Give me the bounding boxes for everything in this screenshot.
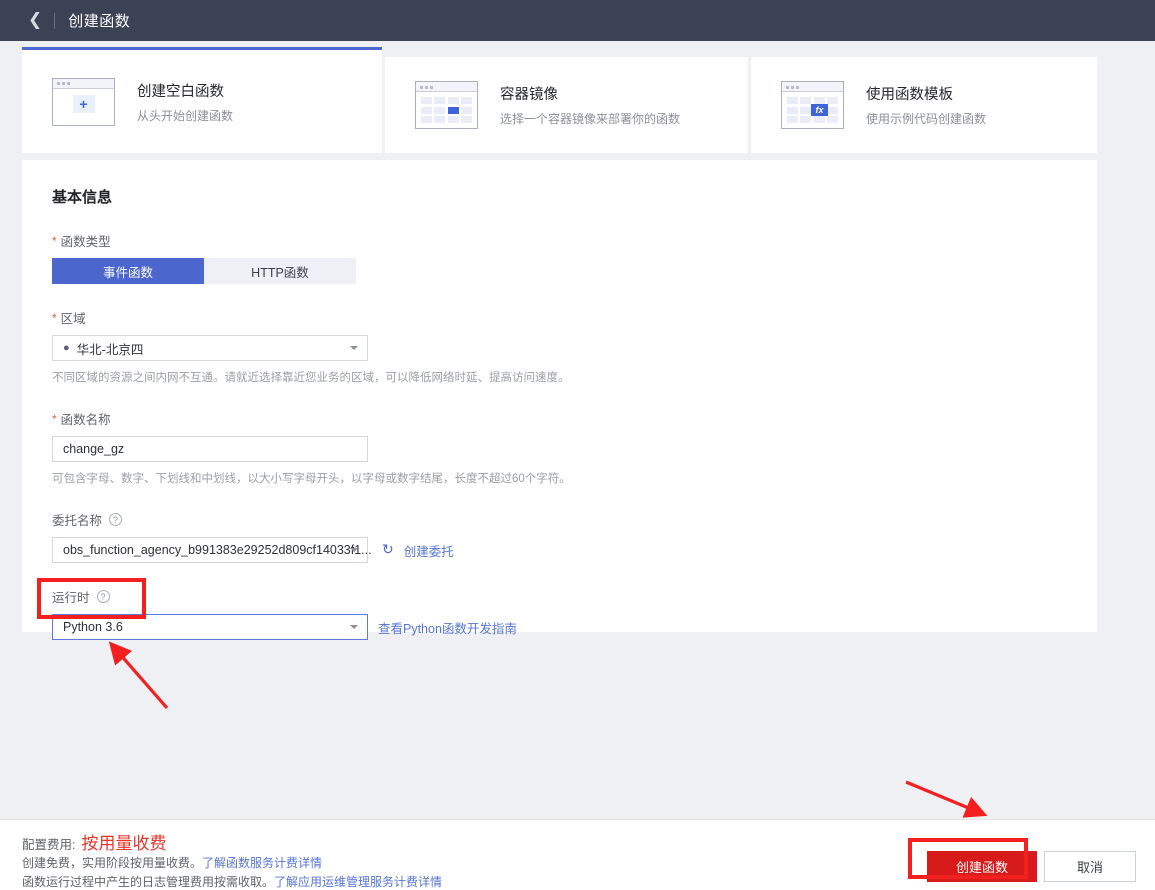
red-arrow-pointing-to-runtime: [108, 641, 169, 710]
function-type-segmented-control[interactable]: 事件函数 HTTP函数: [52, 258, 356, 284]
question-mark-icon[interactable]: ?: [109, 513, 123, 526]
function-type-label: * 函数类型: [52, 231, 1097, 250]
container-image-icon: [415, 81, 478, 129]
field-function-type: * 函数类型 事件函数 HTTP函数: [52, 231, 1097, 284]
label-text: 委托名称: [52, 514, 103, 528]
required-asterisk: *: [52, 411, 57, 426]
back-chevron-icon[interactable]: ❮: [22, 10, 48, 31]
page-title: 创建函数: [68, 13, 131, 30]
fee-note-line-1: 创建免费，实用阶段按用量收费。了解函数服务计费详情: [22, 854, 322, 871]
required-asterisk: *: [52, 233, 57, 248]
blank-function-icon: +: [52, 77, 115, 126]
agency-label: 委托名称 ?: [52, 510, 1097, 529]
function-billing-link[interactable]: 了解函数服务计费详情: [202, 856, 322, 870]
region-select[interactable]: ● 华北-北京四: [52, 335, 368, 361]
python-guide-link[interactable]: 查看Python函数开发指南: [378, 618, 517, 637]
label-text: 函数类型: [60, 235, 111, 249]
chevron-down-icon: [350, 548, 358, 552]
function-name-label: * 函数名称: [52, 409, 1097, 428]
cancel-button[interactable]: 取消: [1044, 851, 1136, 882]
fee-note-line-2: 函数运行过程中产生的日志管理费用按需收取。了解应用运维管理服务计费详情: [22, 873, 442, 890]
card-title: 创建空白函数: [137, 83, 224, 100]
fee-value: 按用量收费: [81, 834, 167, 853]
refresh-icon[interactable]: ↻: [382, 543, 394, 557]
runtime-value: Python 3.6: [63, 620, 123, 634]
red-box-create-button: [908, 838, 1028, 879]
chevron-down-icon: [350, 625, 358, 629]
field-function-name: * 函数名称 可包含字母、数字、下划线和中划线，以大小写字母开头，以字母或数字结…: [52, 409, 1097, 486]
agency-value: obs_function_agency_b991383e29252d809cf1…: [63, 543, 372, 557]
function-name-input[interactable]: [52, 436, 368, 462]
label-text: 函数名称: [60, 413, 111, 427]
card-container-image[interactable]: 容器镜像 选择一个容器镜像来部署你的函数: [385, 57, 748, 153]
agency-row: obs_function_agency_b991383e29252d809cf1…: [52, 537, 1097, 563]
function-template-fx-icon: fx: [781, 81, 844, 129]
field-agency: 委托名称 ? obs_function_agency_b991383e29252…: [52, 510, 1097, 563]
card-subtitle: 选择一个容器镜像来部署你的函数: [500, 112, 681, 126]
basic-info-panel: 基本信息 * 函数类型 事件函数 HTTP函数 * 区域 ● 华北-北京四 不同…: [22, 160, 1097, 640]
required-asterisk: *: [52, 310, 57, 325]
field-runtime: 运行时 ? Python 3.6 查看Python函数开发指南: [52, 587, 1097, 640]
create-function-page: ❮ 创建函数 + 创建空白函数 从头开始创建函数 容器镜像 选择一个容器镜像来部…: [0, 0, 1155, 890]
card-title: 容器镜像: [500, 87, 558, 103]
chevron-down-icon: [350, 346, 358, 350]
fee-note-1-text: 创建免费，实用阶段按用量收费。: [22, 856, 203, 870]
card-function-template[interactable]: fx 使用函数模板 使用示例代码创建函数: [751, 57, 1097, 153]
region-value: 华北-北京四: [76, 342, 144, 357]
runtime-row: Python 3.6 查看Python函数开发指南: [52, 614, 1097, 640]
fee-note-2-text: 函数运行过程中产生的日志管理费用按需收取。: [22, 875, 275, 889]
card-subtitle: 使用示例代码创建函数: [866, 112, 987, 126]
runtime-label: 运行时 ?: [52, 587, 1097, 606]
fee-summary: 配置费用: 按用量收费: [22, 829, 166, 854]
card-blank-function[interactable]: + 创建空白函数 从头开始创建函数: [22, 47, 382, 153]
segment-event-function[interactable]: 事件函数: [52, 258, 204, 284]
topbar-divider: [54, 12, 56, 29]
region-label: * 区域: [52, 308, 1097, 327]
section-title: 基本信息: [52, 189, 113, 206]
region-hint: 不同区域的资源之间内网不互通。请就近选择靠近您业务的区域，可以降低网络时延、提高…: [52, 372, 570, 384]
top-bar: ❮ 创建函数: [0, 0, 1155, 41]
agency-select[interactable]: obs_function_agency_b991383e29252d809cf1…: [52, 537, 372, 563]
creation-type-cards: + 创建空白函数 从头开始创建函数 容器镜像 选择一个容器镜像来部署你的函数 f…: [22, 47, 1097, 153]
card-title: 使用函数模板: [866, 87, 953, 103]
red-box-runtime-select: [37, 578, 146, 619]
location-pin-icon: ●: [63, 342, 70, 354]
create-agency-link[interactable]: 创建委托: [404, 541, 454, 560]
fee-label: 配置费用:: [22, 838, 76, 852]
function-name-hint: 可包含字母、数字、下划线和中划线，以大小写字母开头，以字母或数字结尾，长度不超过…: [52, 473, 571, 485]
card-subtitle: 从头开始创建函数: [137, 108, 234, 123]
aom-billing-link[interactable]: 了解应用运维管理服务计费详情: [274, 875, 442, 889]
label-text: 区域: [60, 312, 86, 326]
field-region: * 区域 ● 华北-北京四 不同区域的资源之间内网不互通。请就近选择靠近您业务的…: [52, 308, 1097, 385]
segment-http-function[interactable]: HTTP函数: [204, 258, 356, 284]
